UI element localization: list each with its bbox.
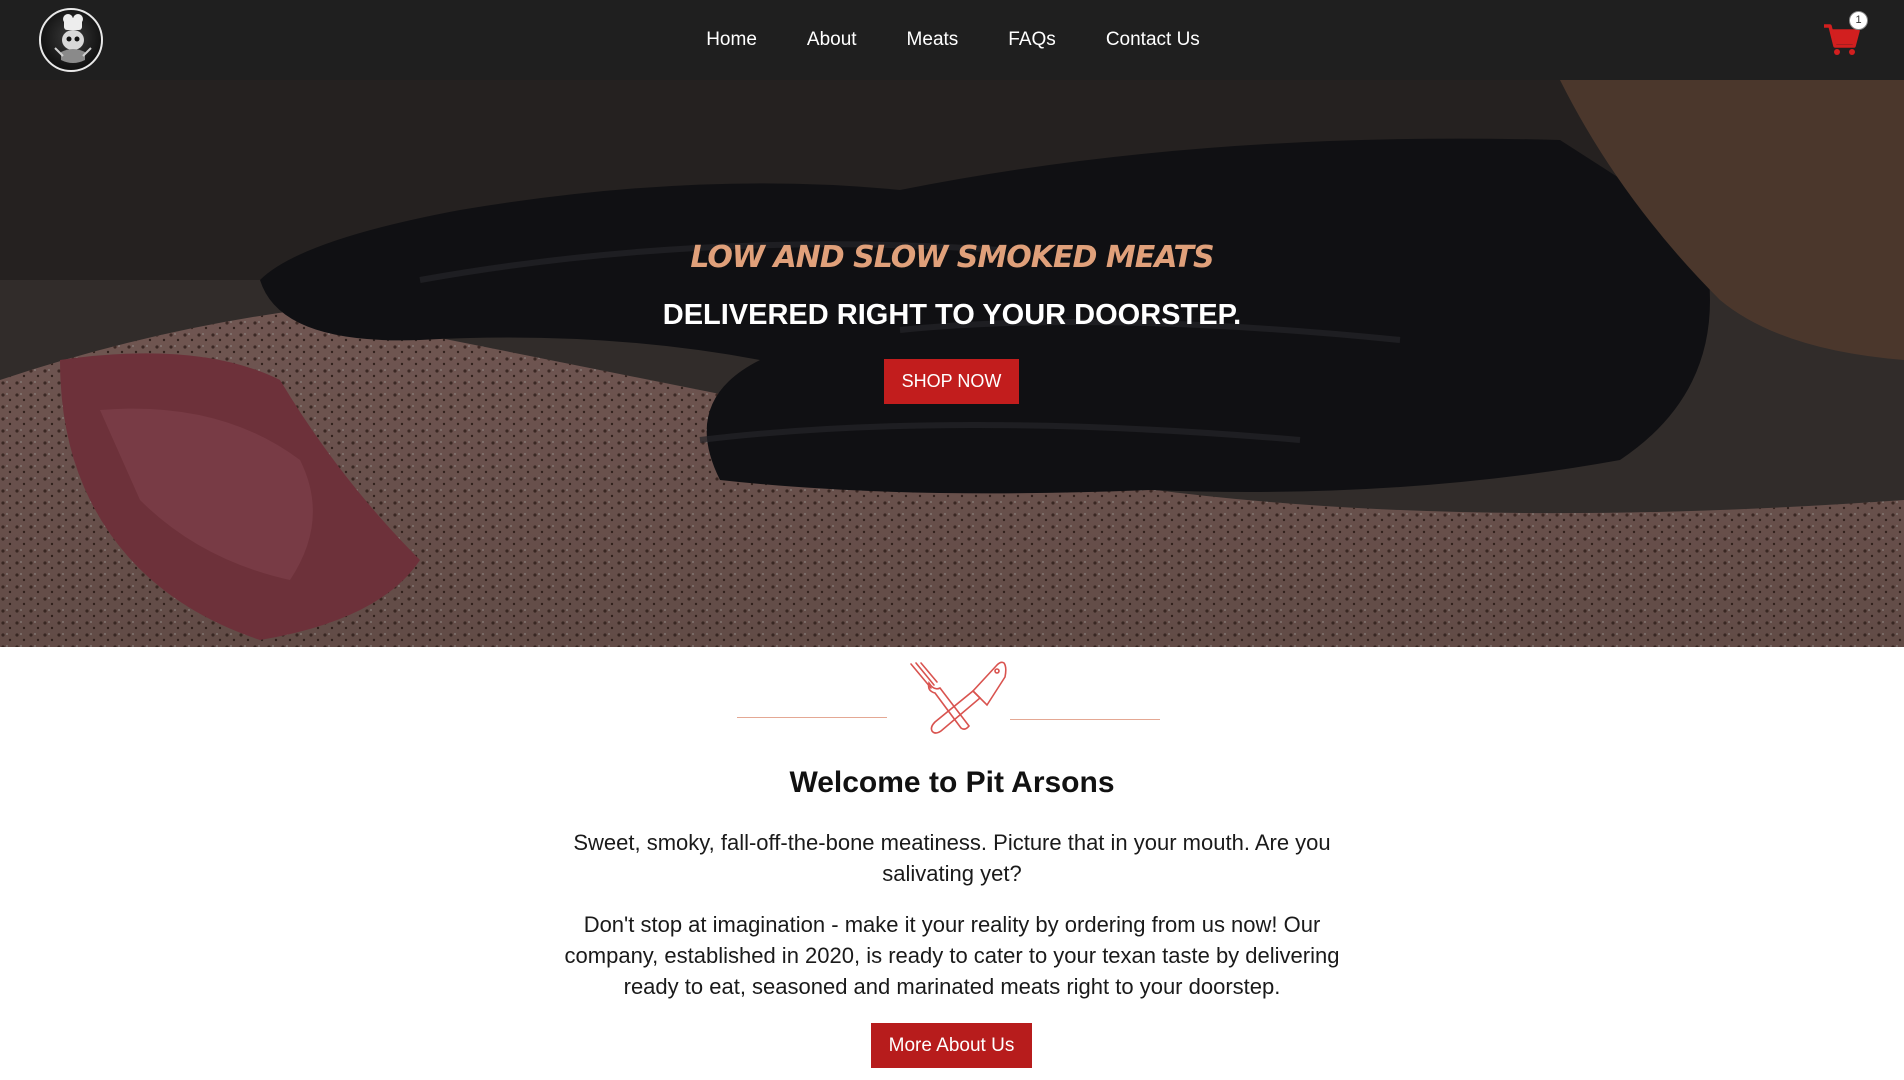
welcome-paragraph-2: Don't stop at imagination - make it your… — [564, 912, 1340, 999]
divider-right — [1010, 719, 1160, 720]
nav-home[interactable]: Home — [681, 0, 782, 80]
crossed-knife-cleaver-icon — [910, 661, 1007, 734]
divider-left — [737, 717, 887, 718]
hero-tagline: LOW AND SLOW SMOKED MEATS — [690, 240, 1214, 275]
welcome-paragraph-1: Sweet, smoky, fall-off-the-bone meatines… — [573, 830, 1331, 886]
cart-count-badge: 1 — [1849, 11, 1868, 30]
shop-now-button[interactable]: SHOP NOW — [884, 359, 1019, 404]
hero-banner: LOW AND SLOW SMOKED MEATS DELIVERED RIGH… — [0, 80, 1904, 647]
nav-contact-us[interactable]: Contact Us — [1081, 0, 1225, 80]
hero-subtitle: DELIVERED RIGHT TO YOUR DOORSTEP. — [662, 299, 1242, 331]
main-nav: Home About Meats FAQs Contact Us — [0, 0, 1904, 80]
welcome-title: Welcome to Pit Arsons — [789, 766, 1115, 799]
nav-faqs[interactable]: FAQs — [983, 0, 1081, 80]
more-about-us-button[interactable]: More About Us — [871, 1023, 1032, 1068]
nav-about[interactable]: About — [782, 0, 882, 80]
nav-meats[interactable]: Meats — [882, 0, 984, 80]
site-header: Home About Meats FAQs Contact Us 1 — [0, 0, 1904, 80]
